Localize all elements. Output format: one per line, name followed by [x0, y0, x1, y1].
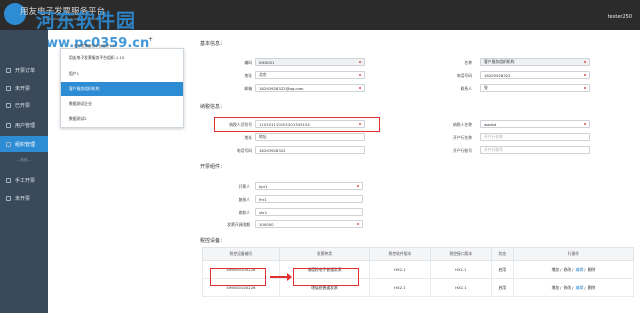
add-icon[interactable]: + [148, 36, 153, 43]
edit-row-link[interactable]: 编辑 [576, 267, 584, 272]
sidebar-item-issued[interactable]: 已开票 [0, 97, 48, 113]
contact-label: 联系人 [460, 86, 472, 91]
org-icon [6, 141, 11, 147]
code-field[interactable]: KHD001 [255, 58, 365, 66]
taxname-label: 纳税人名称 [453, 122, 472, 127]
section-tax-info: 纳税信息： [200, 104, 226, 110]
tax-devices-table: 税控设备编号 发票种类 税控软件版本 税控接口版本 状态 行操作 4990001… [202, 247, 635, 297]
delete-row-link[interactable]: 删除 [588, 285, 596, 290]
add-row-link[interactable]: 增加 [551, 285, 559, 290]
tax-address-field[interactable]: 地址 [255, 133, 365, 141]
iface-version-cell: HX2.1 [429, 260, 492, 279]
name-field[interactable]: 客户服务组织机构 [480, 58, 590, 66]
code-label: 编码 [244, 60, 252, 65]
payee-label: 收款人 [238, 210, 250, 215]
bank-label: 开户行名称 [453, 135, 472, 140]
sidebar-item-manual[interactable]: 手工开票 [0, 172, 48, 188]
pending-icon [6, 85, 11, 91]
delete-row-link[interactable]: 删除 [588, 267, 596, 272]
org-dropdown[interactable]: 用友电子发票服务平台组织-1.15 租户1 客户服务组织机构 数据测试企业 数据… [60, 48, 184, 128]
iface-version-cell: HX2.1 [429, 278, 492, 297]
modify-row-link[interactable]: 修改 [564, 285, 572, 290]
manual-icon [6, 177, 11, 183]
section-issue-info: 开票组件： [200, 164, 226, 170]
limit-label: 发票开具限额 [227, 222, 250, 227]
drawer-label: 开票人 [238, 184, 250, 189]
address-field[interactable]: 北京 [255, 71, 365, 79]
status-cell: 启用 [490, 278, 514, 297]
modify-row-link[interactable]: 修改 [564, 267, 572, 272]
taxid-label: 纳税人识别号 [229, 122, 252, 127]
dropdown-item-selected[interactable]: 客户服务组织机构 [61, 82, 183, 96]
sidebar-item-pending-2[interactable]: 未开票 [0, 190, 48, 206]
tax-address-label: 地址 [244, 135, 252, 140]
dropdown-item[interactable]: 数据测试2 [61, 112, 183, 126]
table-row[interactable]: 499000100226 增值税电子普通发票 HX2.1 HX2.1 启用 增加… [202, 260, 635, 279]
dropdown-item[interactable]: 用友电子发票服务平台组织-1.15 [61, 51, 183, 65]
dropdown-item[interactable]: 数据测试企业 [61, 97, 183, 111]
table-row[interactable]: 499000100226 增值税普通发票 HX2.1 HX2.1 启用 增加/ … [202, 278, 635, 297]
contact-field[interactable]: 张 [480, 84, 590, 92]
phone-label: 电话号码 [456, 73, 472, 78]
taxid-field[interactable]: 110101110101201345154 [255, 120, 365, 128]
sidebar-item-org[interactable]: 组织管理 [0, 136, 48, 152]
reviewer-field[interactable]: fhr1 [255, 195, 363, 203]
done-icon [6, 102, 11, 108]
tax-phone-label: 电话号码 [236, 148, 252, 153]
row-actions: 增加/ 修改/ 编辑/ 删除 [512, 278, 635, 297]
limit-field[interactable]: 100000 [255, 220, 363, 228]
taxname-field[interactable]: wadsd [480, 120, 590, 128]
soft-version-cell: HX2.1 [368, 260, 431, 279]
name-label: 名称 [464, 60, 472, 65]
highlight-box [210, 268, 266, 286]
phone-field[interactable]: 18293928322 [480, 71, 590, 79]
tax-phone-field[interactable]: 18293928322 [255, 146, 365, 154]
payee-field[interactable]: skr1 [255, 208, 363, 216]
user-menu[interactable]: tester250 [608, 14, 632, 20]
sidebar-item-users[interactable]: 用户管理 [0, 117, 48, 133]
email-field[interactable]: 18293928322@qq.com [255, 84, 365, 92]
highlight-box [293, 268, 359, 286]
dropdown-item[interactable]: 租户1 [61, 67, 183, 81]
reviewer-label: 复核人 [238, 197, 250, 202]
address-label: 地址 [244, 73, 252, 78]
pending-icon [6, 195, 11, 201]
column-header: 发票种类 [278, 247, 370, 261]
section-tax-devices: 税控设备： [200, 238, 226, 244]
column-header: 税控设备编号 [202, 247, 280, 261]
sidebar-item-orders[interactable]: 开票订单 [0, 62, 48, 78]
soft-version-cell: HX2.1 [368, 278, 431, 297]
column-header: 状态 [490, 247, 514, 261]
status-cell: 启用 [490, 260, 514, 279]
section-basic-info: 基本信息： [200, 41, 226, 47]
user-icon [6, 122, 11, 128]
arrow-icon [270, 273, 292, 281]
row-actions: 增加/ 修改/ 编辑/ 删除 [512, 260, 635, 279]
edit-row-link[interactable]: 编辑 [576, 285, 584, 290]
column-header: 税控接口版本 [429, 247, 492, 261]
sidebar: 开票订单 未开票 已开票 用户管理 组织管理 —系统— 手工开票 未开票 [0, 30, 48, 313]
order-icon [6, 67, 11, 73]
bank-field[interactable]: 开户行名称 [480, 133, 590, 141]
account-field[interactable]: 开户行账号 [480, 146, 590, 154]
column-header: 行操作 [512, 247, 635, 261]
column-header: 税控软件版本 [368, 247, 431, 261]
sidebar-separator: —系统— [17, 158, 31, 162]
watermark-text: 河东软件园 [36, 10, 137, 32]
email-label: 邮箱 [244, 86, 252, 91]
drawer-field[interactable]: kpr1 [255, 182, 363, 190]
add-row-link[interactable]: 增加 [551, 267, 559, 272]
table-header-row: 税控设备编号 发票种类 税控软件版本 税控接口版本 状态 行操作 [202, 247, 635, 261]
account-label: 开户行账号 [453, 148, 472, 153]
sidebar-item-pending[interactable]: 未开票 [0, 80, 48, 96]
